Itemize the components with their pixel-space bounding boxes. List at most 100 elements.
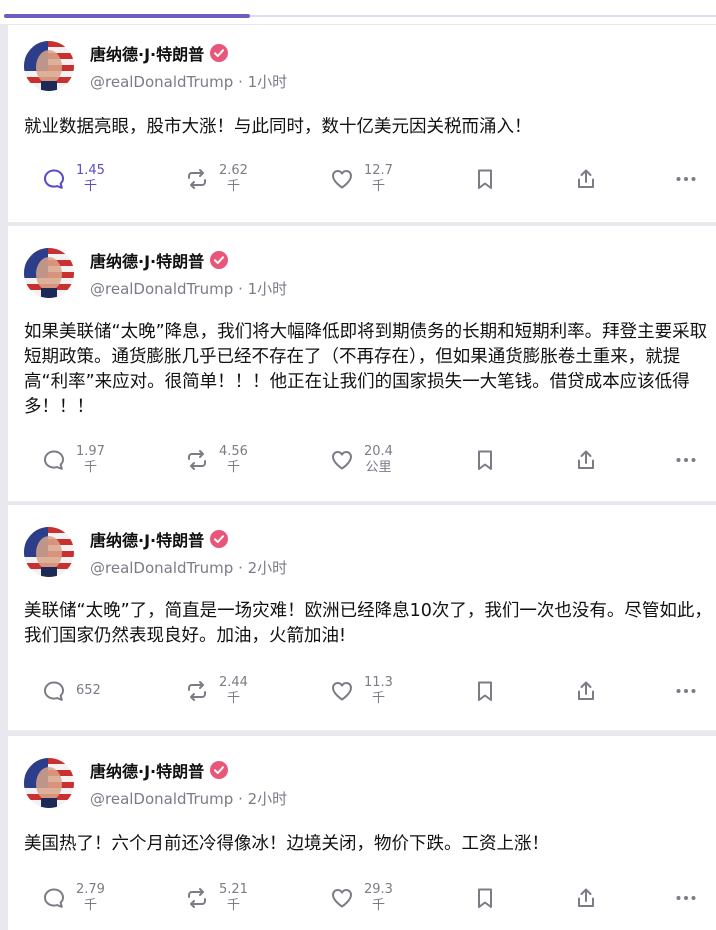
post-actions: 1.97 千 4.56 千 20.4 公里	[8, 440, 716, 480]
post-divider	[8, 222, 716, 223]
bookmark-icon	[478, 450, 492, 470]
meta-separator: ·	[238, 73, 248, 91]
avatar[interactable]	[24, 41, 74, 91]
active-tab-indicator	[4, 14, 250, 18]
repost-button[interactable]: 2.44 千	[185, 671, 248, 711]
bookmark-button[interactable]	[473, 159, 497, 199]
heart-icon	[332, 170, 352, 189]
post-divider	[8, 730, 716, 731]
repost-count: 4.56 千	[219, 444, 248, 475]
author-name-text: 唐纳德·J·特朗普	[90, 531, 205, 550]
verified-badge-icon	[210, 44, 229, 62]
post-actions: 652 2.44 千 11.3 千	[8, 671, 716, 711]
share-button[interactable]	[574, 159, 598, 199]
meta-separator: ·	[238, 280, 248, 298]
post-actions: 2.79 千 5.21 千 29.3 千	[8, 878, 716, 918]
share-icon	[578, 450, 594, 469]
reply-button[interactable]: 1.97 千	[42, 440, 105, 480]
post-meta: @realDonaldTrump · 1小时	[90, 71, 287, 92]
post-card[interactable]: 唐纳德·J·特朗普 @realDonaldTrump · 2小时 美国热了！六个…	[8, 736, 716, 930]
tab-bar	[0, 0, 716, 24]
post-time[interactable]: 1小时	[248, 73, 288, 91]
share-button[interactable]	[574, 440, 598, 480]
bookmark-button[interactable]	[473, 440, 497, 480]
post-time[interactable]: 1小时	[248, 280, 288, 298]
meta-separator: ·	[238, 790, 248, 808]
like-button[interactable]: 12.7 千	[330, 159, 393, 199]
author-name-text: 唐纳德·J·特朗普	[90, 252, 205, 271]
more-button[interactable]	[674, 671, 698, 711]
more-button[interactable]	[674, 878, 698, 918]
reply-icon	[44, 450, 64, 470]
reply-icon	[44, 888, 64, 908]
post-text: 美联储“太晚”了，简直是一场灾难！欧洲已经降息10次了，我们一次也没有。尽管如此…	[24, 601, 712, 646]
like-count: 29.3 千	[364, 882, 393, 913]
reply-icon	[43, 169, 65, 189]
tab-track	[250, 15, 716, 17]
reply-count: 1.97 千	[76, 444, 105, 475]
reply-icon	[44, 681, 64, 701]
reply-button[interactable]: 1.45 千	[42, 159, 105, 199]
reply-count: 1.45 千	[76, 163, 105, 194]
verified-badge-icon	[210, 761, 229, 779]
author-handle[interactable]: @realDonaldTrump	[90, 280, 233, 298]
post-card[interactable]: 唐纳德·J·特朗普 @realDonaldTrump · 1小时 就业数据亮眼，…	[8, 25, 716, 223]
post-time[interactable]: 2小时	[248, 559, 288, 577]
share-icon	[578, 169, 594, 188]
author-name[interactable]: 唐纳德·J·特朗普	[90, 248, 229, 272]
post-text: 就业数据亮眼，股市大涨！与此同时，数十亿美元因关税而涌入！	[24, 117, 532, 137]
repost-icon	[188, 450, 206, 470]
author-name-text: 唐纳德·J·特朗普	[90, 45, 205, 64]
post-meta: @realDonaldTrump · 1小时	[90, 278, 287, 299]
post-time[interactable]: 2小时	[248, 790, 288, 808]
author-handle[interactable]: @realDonaldTrump	[90, 790, 233, 808]
more-icon	[676, 458, 696, 462]
repost-count: 5.21 千	[219, 882, 248, 913]
avatar[interactable]	[24, 527, 74, 577]
repost-icon	[188, 169, 206, 189]
bookmark-button[interactable]	[473, 878, 497, 918]
post-text: 美国热了！六个月前还冷得像冰！边境关闭，物价下跌。工资上涨！	[24, 834, 549, 854]
author-name[interactable]: 唐纳德·J·特朗普	[90, 41, 229, 65]
more-icon	[676, 177, 696, 181]
repost-button[interactable]: 4.56 千	[185, 440, 248, 480]
post-meta: @realDonaldTrump · 2小时	[90, 788, 287, 809]
post-card[interactable]: 唐纳德·J·特朗普 @realDonaldTrump · 1小时 如果美联储“太…	[8, 226, 716, 502]
post-card[interactable]: 唐纳德·J·特朗普 @realDonaldTrump · 2小时 美联储“太晚”…	[8, 505, 716, 731]
bookmark-icon	[478, 888, 492, 908]
author-handle[interactable]: @realDonaldTrump	[90, 73, 233, 91]
share-icon	[578, 888, 594, 907]
bookmark-button[interactable]	[473, 671, 497, 711]
more-icon	[676, 689, 696, 693]
heart-icon	[332, 451, 352, 470]
verified-badge-icon	[210, 251, 229, 269]
repost-button[interactable]: 5.21 千	[185, 878, 248, 918]
post-actions: 1.45 千 2.62 千 12.7 千	[8, 159, 716, 199]
reply-count: 652	[76, 683, 101, 698]
like-count: 12.7 千	[364, 163, 393, 194]
reply-button[interactable]: 2.79 千	[42, 878, 105, 918]
repost-icon	[188, 888, 206, 908]
avatar[interactable]	[24, 758, 74, 808]
reply-button[interactable]: 652	[42, 671, 101, 711]
like-count: 20.4 公里	[364, 444, 393, 475]
author-name[interactable]: 唐纳德·J·特朗普	[90, 527, 229, 551]
repost-count: 2.44 千	[219, 675, 248, 706]
reply-count: 2.79 千	[76, 882, 105, 913]
share-button[interactable]	[574, 878, 598, 918]
like-button[interactable]: 20.4 公里	[330, 440, 393, 480]
share-icon	[578, 681, 594, 700]
more-icon	[676, 896, 696, 900]
author-name[interactable]: 唐纳德·J·特朗普	[90, 758, 229, 782]
like-button[interactable]: 11.3 千	[330, 671, 393, 711]
repost-button[interactable]: 2.62 千	[185, 159, 248, 199]
heart-icon	[332, 682, 352, 701]
avatar[interactable]	[24, 248, 74, 298]
post-divider	[8, 501, 716, 502]
author-name-text: 唐纳德·J·特朗普	[90, 762, 205, 781]
more-button[interactable]	[674, 159, 698, 199]
share-button[interactable]	[574, 671, 598, 711]
like-button[interactable]: 29.3 千	[330, 878, 393, 918]
author-handle[interactable]: @realDonaldTrump	[90, 559, 233, 577]
more-button[interactable]	[674, 440, 698, 480]
